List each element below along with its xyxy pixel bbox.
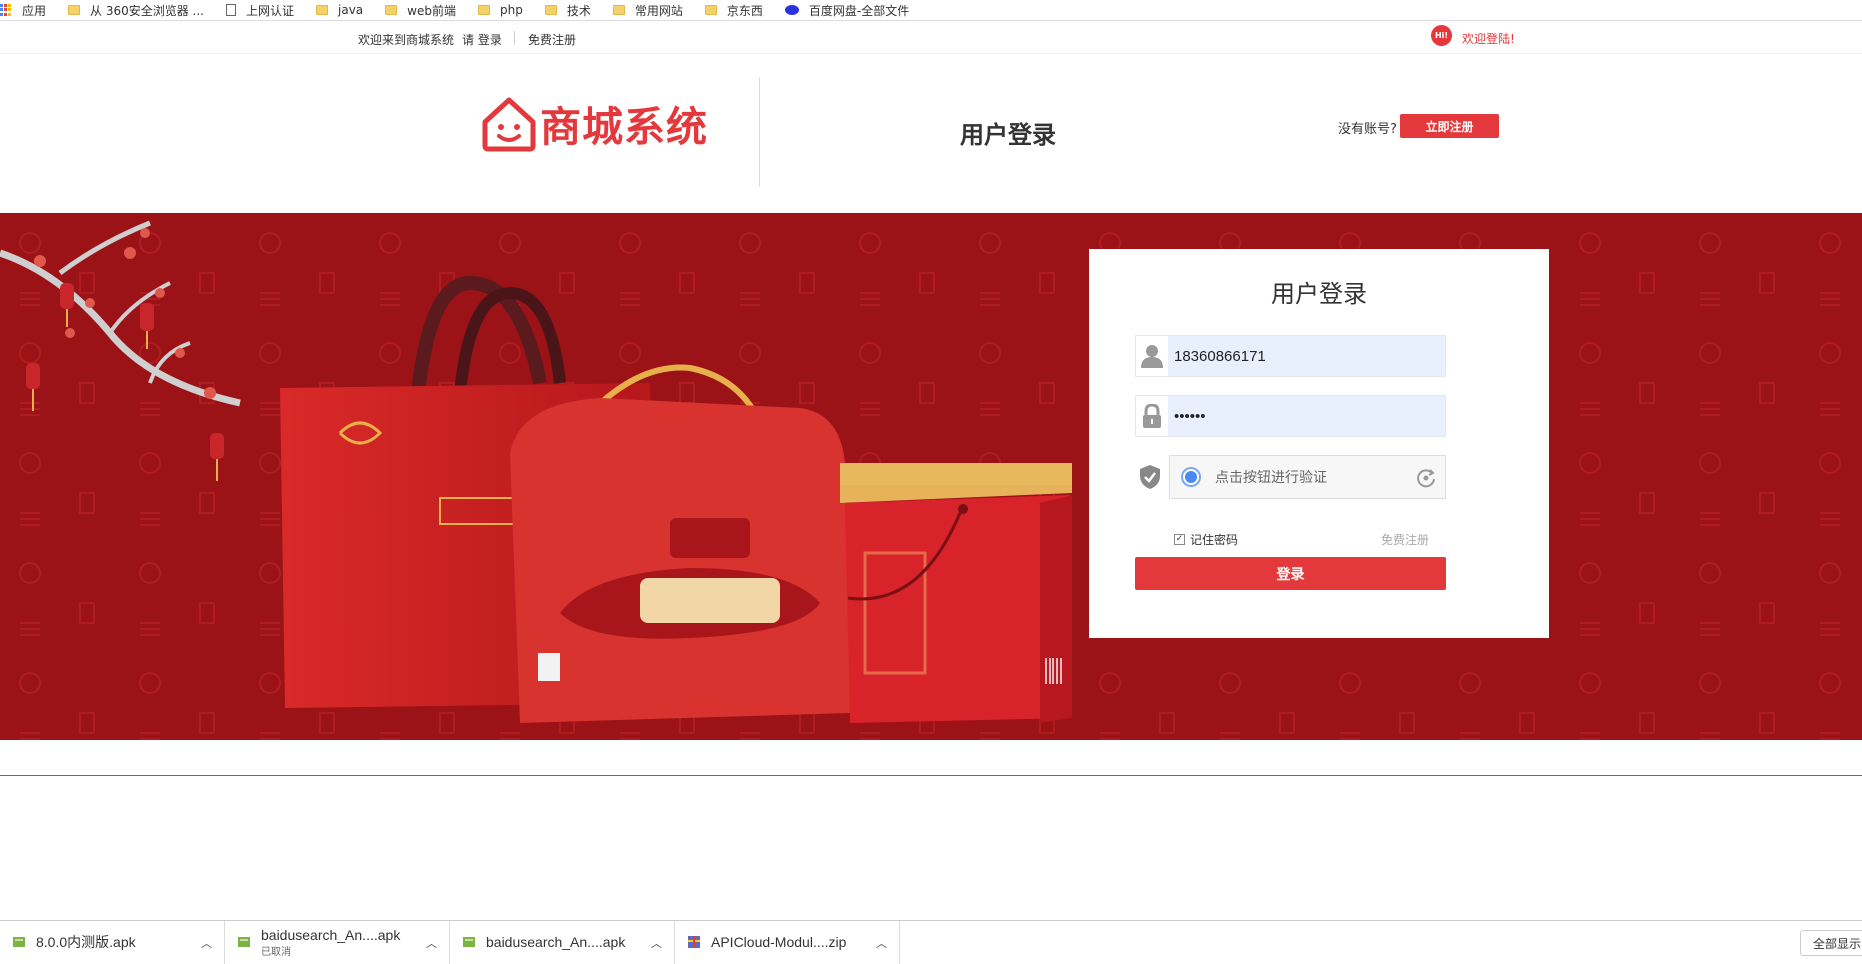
bookmark-baidu-pan[interactable]: 百度网盘-全部文件 [784, 2, 910, 19]
folder-icon [704, 5, 717, 15]
bookmark-label: 上网认证 [246, 3, 295, 18]
bookmark-label: 技术 [566, 3, 591, 18]
bookmark-label: web前端 [407, 3, 456, 18]
shield-check-icon [1135, 464, 1165, 490]
download-shelf: 8.0.0内测版.apk ︿ baidusearch_An....apk 已取消 … [0, 920, 1862, 964]
remember-label: 记住密码 [1190, 533, 1239, 547]
gift-box-icon [510, 364, 850, 723]
chevron-up-icon[interactable]: ︿ [876, 935, 887, 951]
bookmark-label: 京东西 [726, 3, 763, 18]
apk-file-icon [238, 937, 250, 947]
download-item[interactable]: baidusearch_An....apk ︿ [450, 920, 675, 964]
bookmark-label: php [500, 3, 523, 17]
bookmark-common-sites[interactable]: 常用网站 [612, 2, 683, 19]
captcha-verify-button[interactable]: 点击按钮进行验证 [1169, 455, 1446, 499]
chevron-up-icon[interactable]: ︿ [201, 935, 212, 951]
login-title: 用户登录 [1271, 280, 1367, 308]
register-link[interactable]: 免费注册 [528, 31, 576, 48]
username-field-group [1135, 335, 1446, 377]
promo-banner: 用户登录 点击按钮进行验证 ✓ 记住密码 [0, 213, 1862, 740]
remember-password[interactable]: ✓ 记住密码 [1174, 531, 1238, 548]
apps-icon [0, 4, 12, 16]
download-filename: APICloud-Modul....zip [711, 934, 847, 950]
captcha-text: 点击按钮进行验证 [1215, 470, 1327, 486]
apk-file-icon [13, 937, 25, 947]
bookmark-360-import[interactable]: 从 360安全浏览器 ... [68, 2, 204, 19]
logo-text: 商城系统 [540, 103, 708, 151]
welcome-text: 欢迎来到商城系统 [358, 33, 455, 47]
username-input[interactable] [1168, 335, 1446, 377]
bookmark-php[interactable]: php [478, 3, 523, 17]
password-field-group [1135, 395, 1446, 437]
lock-icon [1135, 395, 1168, 437]
login-link[interactable]: 请 登录 [462, 31, 502, 48]
download-item[interactable]: APICloud-Modul....zip ︿ [675, 920, 900, 964]
folder-icon [612, 5, 625, 15]
folder-icon [385, 5, 398, 15]
header-divider [759, 77, 760, 187]
bookmark-label: 常用网站 [634, 3, 683, 18]
site-header: 商城系统 用户登录 没有账号? 立即注册 [0, 55, 1862, 213]
bookmark-jd[interactable]: 京东西 [704, 2, 763, 19]
bookmark-apps[interactable]: 应用 [0, 2, 46, 19]
download-item[interactable]: baidusearch_An....apk 已取消 ︿ [225, 920, 450, 964]
login-panel: 用户登录 点击按钮进行验证 ✓ 记住密码 [1089, 249, 1549, 638]
chevron-up-icon[interactable]: ︿ [426, 935, 437, 951]
no-account-text: 没有账号? [1338, 122, 1397, 137]
baidu-icon [784, 5, 799, 15]
bookmark-label: 从 360安全浏览器 ... [90, 3, 204, 18]
zip-file-icon [688, 936, 700, 948]
footer-divider [0, 775, 1862, 776]
download-filename: baidusearch_An....apk [486, 934, 626, 950]
show-all-downloads-button[interactable]: 全部显示 [1800, 930, 1862, 956]
site-topbar: 欢迎来到商城系统 请 登录 免费注册 Hi! 欢迎登陆! [0, 21, 1862, 54]
password-input[interactable] [1168, 395, 1446, 437]
download-filename: 8.0.0内测版.apk [36, 934, 136, 950]
site-logo[interactable]: 商城系统 [480, 93, 708, 153]
bookmark-label: 应用 [22, 3, 47, 18]
apk-file-icon [463, 937, 475, 947]
download-status: 已取消 [261, 946, 291, 958]
bookmark-web-frontend[interactable]: web前端 [385, 2, 456, 19]
user-icon [1135, 335, 1168, 377]
refresh-icon[interactable] [1415, 467, 1437, 489]
bookmark-label: java [338, 3, 364, 17]
radio-dot-icon [1181, 467, 1201, 487]
bookmark-tech[interactable]: 技术 [544, 2, 591, 19]
folder-icon [478, 5, 490, 15]
download-item[interactable]: 8.0.0内测版.apk ︿ [0, 920, 225, 964]
page-icon [226, 4, 236, 16]
free-register-link[interactable]: 免费注册 [1381, 531, 1429, 548]
login-submit-button[interactable]: 登录 [1135, 557, 1446, 590]
divider [514, 31, 515, 45]
hi-icon: Hi! [1431, 25, 1452, 46]
banner-illustration [0, 213, 1862, 740]
remember-checkbox[interactable]: ✓ [1174, 534, 1185, 545]
bookmark-network-auth[interactable]: 上网认证 [226, 2, 294, 19]
page-title: 用户登录 [960, 121, 1056, 149]
folder-icon [68, 5, 81, 15]
folder-icon [544, 5, 557, 15]
welcome-login-text: 欢迎登陆! [1462, 32, 1515, 46]
gift-box-icon [840, 463, 1072, 723]
register-now-button[interactable]: 立即注册 [1400, 114, 1499, 138]
bookmark-java[interactable]: java [316, 3, 363, 17]
chevron-up-icon[interactable]: ︿ [651, 935, 662, 951]
house-logo-icon [482, 97, 536, 152]
folder-icon [316, 5, 329, 15]
bookmark-label: 百度网盘-全部文件 [808, 3, 910, 18]
bookmarks-bar: 应用 从 360安全浏览器 ... 上网认证 java web前端 php 技术… [0, 0, 1862, 21]
download-filename: baidusearch_An....apk [261, 926, 401, 943]
captcha-group: 点击按钮进行验证 [1135, 455, 1446, 499]
